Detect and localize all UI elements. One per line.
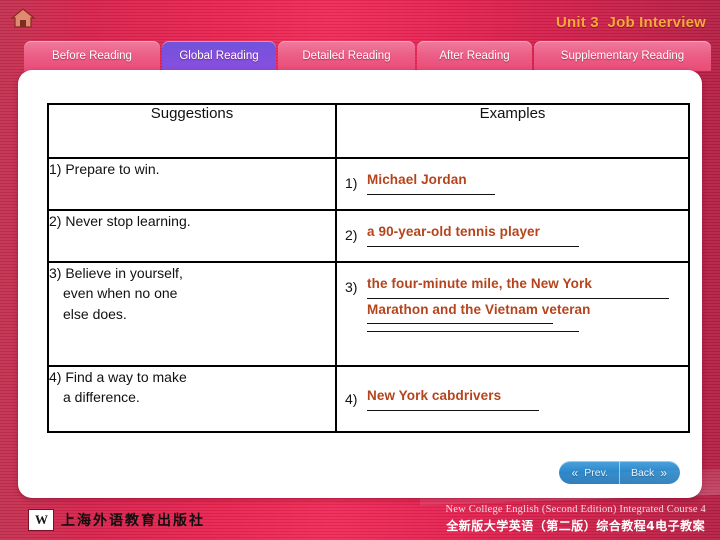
answer-text: the four-minute mile, the New York <box>367 276 592 291</box>
example-cell: 4) New York cabdrivers <box>335 365 690 433</box>
answer-blank-rule <box>367 403 539 411</box>
tab-bar: Before Reading Global Reading Detailed R… <box>0 41 720 71</box>
example-answer-body: New York cabdrivers <box>367 389 678 411</box>
example-number: 2) <box>345 227 358 243</box>
tab-supplementary-reading[interactable]: Supplementary Reading <box>534 41 711 71</box>
column-header-suggestions: Suggestions <box>47 103 337 159</box>
prev-button-label: Prev. <box>584 466 608 479</box>
suggestion-text-line2: a difference. <box>63 389 140 406</box>
publisher-name: 上海外语教育出版社 <box>61 513 205 529</box>
answer-blank-rule <box>367 187 495 195</box>
home-icon[interactable] <box>10 6 36 30</box>
suggestion-cell: 4) Find a way to make a difference. <box>47 365 337 433</box>
table-row: 2) Never stop learning. 2) a 90-year-old… <box>47 209 690 263</box>
answer-blank-rule <box>367 291 669 299</box>
example-cell: 3) the four-minute mile, the New York Ma… <box>335 261 690 367</box>
tab-before-reading[interactable]: Before Reading <box>24 41 160 71</box>
prev-button[interactable]: « Prev. <box>558 461 619 484</box>
content-panel: Suggestions Examples 1) Prepare to win. … <box>18 70 702 498</box>
example-answer-body: the four-minute mile, the New York Marat… <box>367 277 678 332</box>
suggestion-text: 2) Never stop learning. <box>49 213 191 229</box>
answer-blank-rule <box>367 239 579 247</box>
table-row: 3) Believe in yourself, even when no one… <box>47 261 690 367</box>
answer-empty-rule <box>367 324 579 332</box>
suggestion-text: 1) Prepare to win. <box>49 161 160 177</box>
tab-global-reading[interactable]: Global Reading <box>162 41 276 71</box>
back-button[interactable]: Back » <box>618 461 680 484</box>
suggestion-text: 4) Find a way to make <box>49 369 187 385</box>
answer-text: a 90-year-old tennis player <box>367 224 541 239</box>
publisher-block: W 上海外语教育出版社 <box>28 509 205 531</box>
suggestion-text-line3: else does. <box>63 305 127 322</box>
table-header-row: Suggestions Examples <box>47 103 690 159</box>
course-title-en: New College English (Second Edition) Int… <box>445 504 706 515</box>
example-answer-body: a 90-year-old tennis player <box>367 225 678 247</box>
example-number: 4) <box>345 391 358 407</box>
suggestion-cell: 2) Never stop learning. <box>47 209 337 263</box>
answer-text: New York cabdrivers <box>367 388 502 403</box>
double-chevron-left-icon: « <box>571 465 579 480</box>
suggestion-cell: 3) Believe in yourself, even when no one… <box>47 261 337 367</box>
example-cell: 2) a 90-year-old tennis player <box>335 209 690 263</box>
course-info: New College English (Second Edition) Int… <box>445 504 706 534</box>
publisher-logo-icon: W <box>28 509 54 531</box>
page-title: Unit 3 Job Interview <box>555 14 706 31</box>
suggestion-text-line2: even when no one <box>63 285 178 302</box>
example-cell: 1) Michael Jordan <box>335 157 690 211</box>
example-number: 1) <box>345 175 358 191</box>
navigation-buttons: « Prev. Back » <box>558 461 680 484</box>
suggestion-text: 3) Believe in yourself, <box>49 265 183 281</box>
example-number: 3) <box>345 279 358 295</box>
table-row: 4) Find a way to make a difference. 4) N… <box>47 365 690 433</box>
tab-detailed-reading[interactable]: Detailed Reading <box>278 41 415 71</box>
answer-blank-rule <box>367 316 553 324</box>
course-title-cn: 全新版大学英语（第二版）综合教程4电子教案 <box>446 519 706 533</box>
answer-text: Michael Jordan <box>367 172 467 187</box>
answer-text-line2: Marathon and the Vietnam veteran <box>367 301 591 317</box>
back-button-label: Back <box>630 466 655 479</box>
column-header-examples: Examples <box>335 103 690 159</box>
double-chevron-right-icon: » <box>660 465 667 480</box>
tab-after-reading[interactable]: After Reading <box>417 41 532 71</box>
suggestion-cell: 1) Prepare to win. <box>47 157 337 211</box>
table-row: 1) Prepare to win. 1) Michael Jordan <box>47 157 690 211</box>
example-answer-body: Michael Jordan <box>367 173 678 195</box>
suggestions-examples-table: Suggestions Examples 1) Prepare to win. … <box>47 103 690 433</box>
slide-root: Unit 3 Job Interview Before Reading Glob… <box>0 0 720 540</box>
